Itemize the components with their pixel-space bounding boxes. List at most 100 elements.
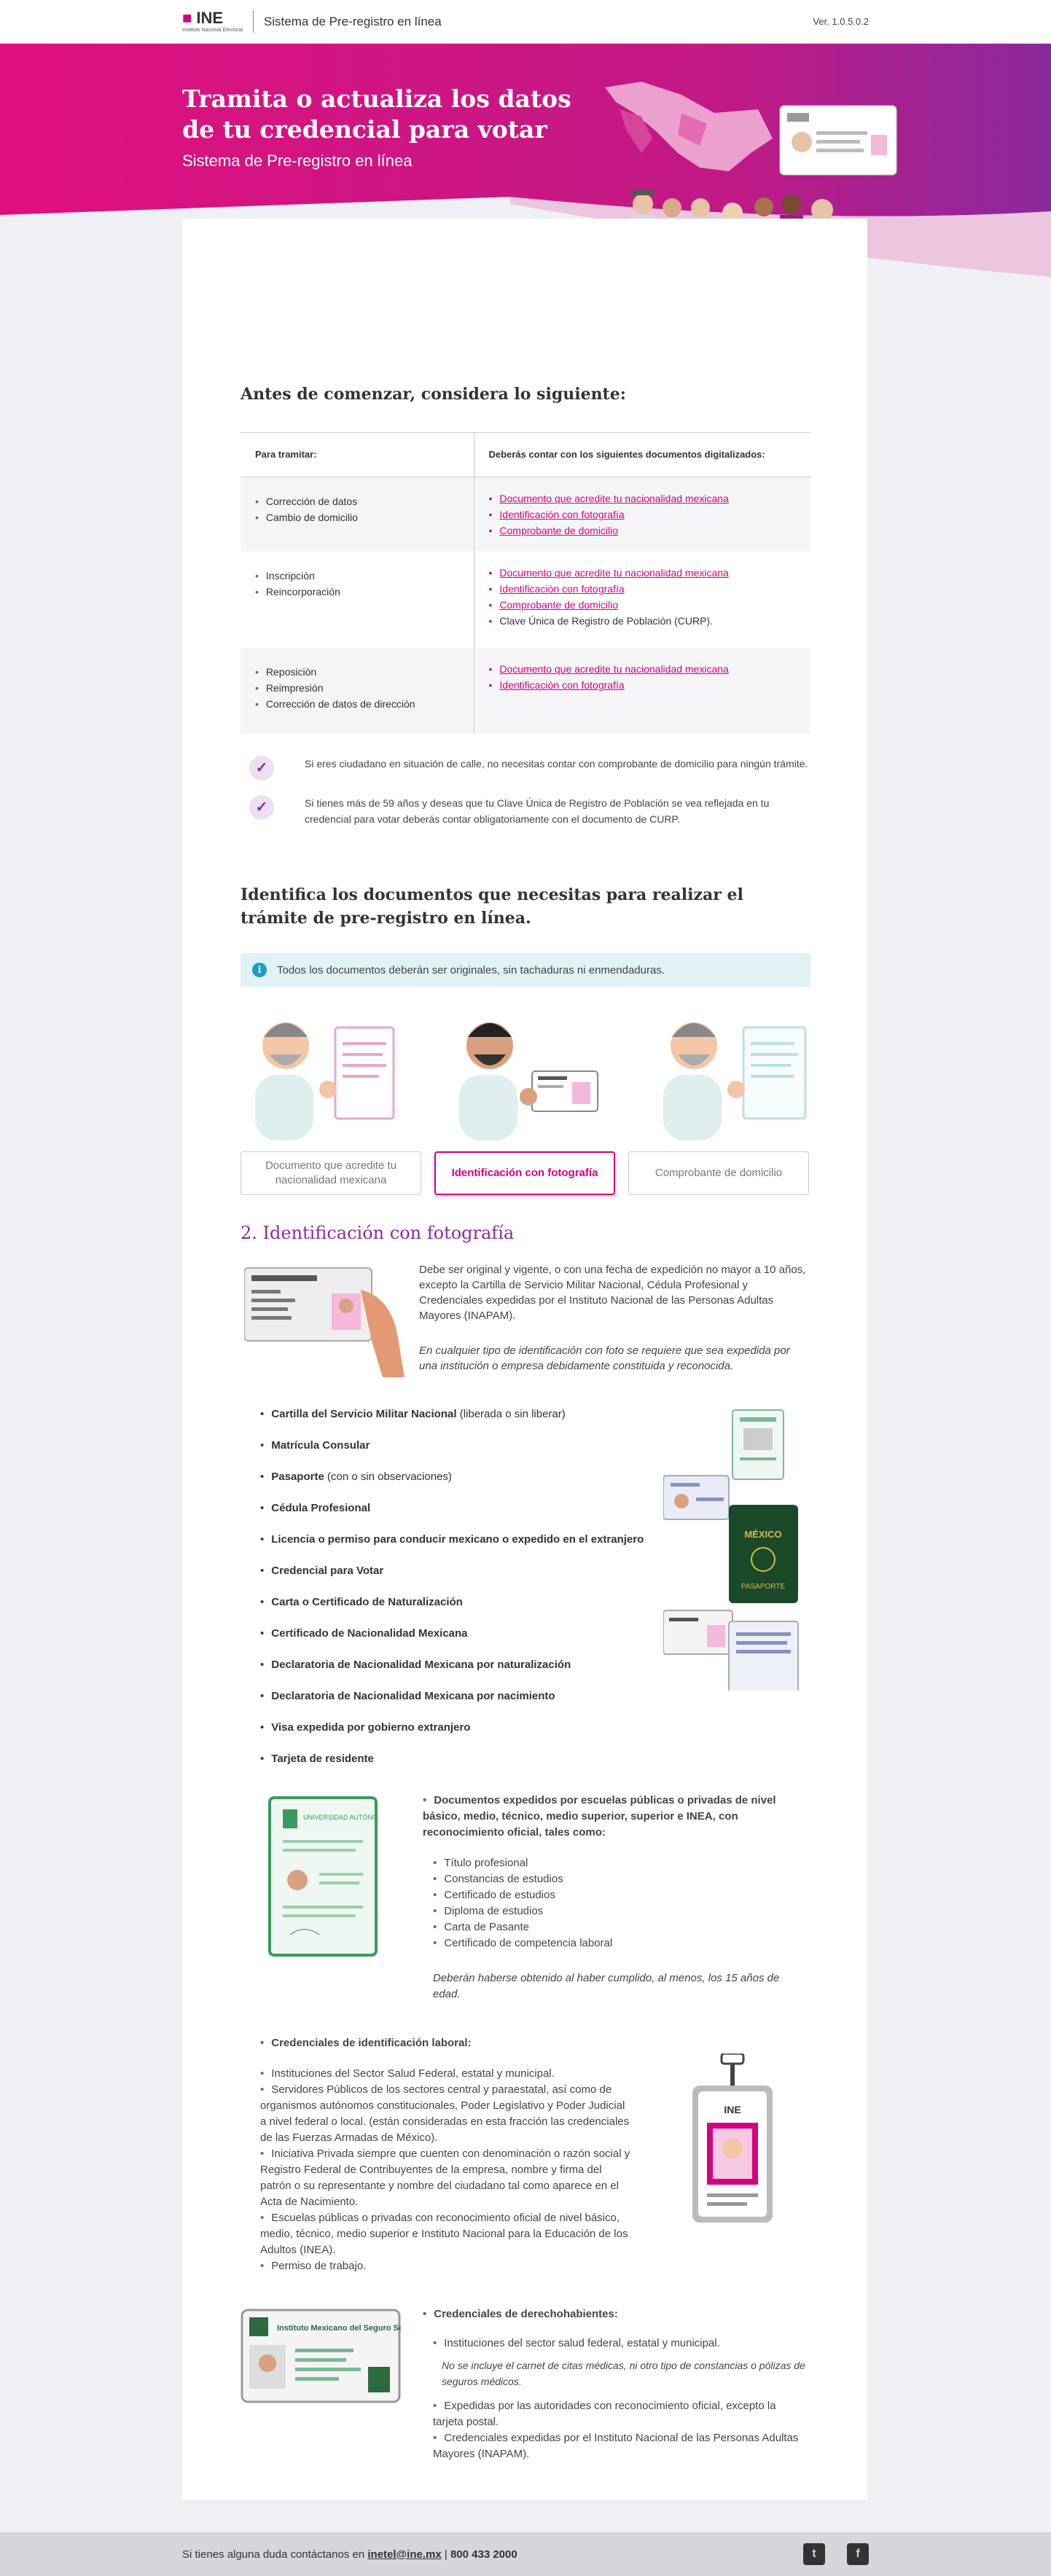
list-item: Visa expedida por gobierno extranjero [260, 1720, 668, 1751]
doc-link-nacionalidad[interactable]: Documento que acredite tu nacionalidad m… [499, 663, 728, 675]
doc-link-nacionalidad[interactable]: Documento que acredite tu nacionalidad m… [499, 493, 728, 504]
health-card-title: Instituto Mexicano del Seguro Social [277, 2324, 401, 2333]
doc-link-identificacion[interactable]: Identificación con fotografía [499, 679, 624, 691]
list-item: Título profesional [433, 1855, 809, 1871]
health-items-list-1: Instituciones del sector salud federal, … [433, 2336, 809, 2352]
school-items-list: Título profesional Constancias de estudi… [433, 1855, 809, 1951]
main-card: Antes de comenzar, considera lo siguient… [182, 219, 867, 2499]
person-nacionalidad-illustration [255, 1022, 395, 1140]
tramite-item: Inscripción [255, 568, 459, 584]
health-items-list-2: Expedidas por las autoridades con recono… [433, 2398, 809, 2462]
school-certificate-illustration: UNIVERSIDAD AUTÓNOMA [268, 1796, 378, 1957]
logo-text: INE [196, 9, 224, 27]
table-header-documentos: Deberás contar con los siguientes docume… [474, 432, 810, 477]
list-item: Licencia o permiso para conducir mexican… [260, 1532, 668, 1563]
doc-link-comprobante[interactable]: Comprobante de domicilio [499, 525, 618, 536]
footer-contact-text: Si tienes alguna duda contáctanos en [182, 2548, 365, 2561]
version-label: Ver. 1.0.5.0.2 [813, 16, 869, 27]
footer: Si tienes alguna duda contáctanos en ine… [0, 2532, 1051, 2576]
health-heading: Credenciales de derechohabientes: [423, 2306, 809, 2322]
list-item: Expedidas por las autoridades con recono… [433, 2398, 809, 2430]
tramite-item: Corrección de datos [255, 493, 459, 509]
tramite-item: Reimpresión [255, 680, 459, 696]
list-item: Instituciones del sector salud federal, … [433, 2336, 809, 2352]
list-item: Diploma de estudios [433, 1903, 809, 1919]
tab-comprobante[interactable]: Comprobante de domicilio [628, 1151, 809, 1195]
footer-phone: 800 433 2000 [450, 2548, 517, 2561]
requirements-section: Antes de comenzar, considera lo siguient… [241, 383, 810, 827]
doc-link-identificacion[interactable]: Identificación con fotografía [499, 583, 624, 595]
labor-credentials-block: Credenciales de identificación laboral: … [260, 2035, 632, 2274]
info-banner: i Todos los documentos deberán ser origi… [241, 953, 810, 987]
table-row: Inscripción Reincorporación Documento qu… [241, 552, 810, 648]
employee-badge-illustration: INE [692, 2054, 773, 2223]
list-item: Carta de Pasante [433, 1919, 809, 1935]
list-item: Cédula Profesional [260, 1500, 668, 1532]
list-item: Iniciativa Privada siempre que cuenten c… [260, 2146, 632, 2210]
list-item: Declaratoria de Nacionalidad Mexicana po… [260, 1688, 668, 1720]
check-icon: ✓ [249, 756, 274, 780]
doc-link-nacionalidad[interactable]: Documento que acredite tu nacionalidad m… [499, 567, 728, 579]
requirements-heading: Antes de comenzar, considera lo siguient… [241, 385, 626, 404]
doc-link-identificacion[interactable]: Identificación con fotografía [499, 509, 624, 520]
person-identificacion-illustration [459, 1022, 598, 1140]
list-item: Credenciales expedidas por el Instituto … [433, 2430, 809, 2462]
school-note: Deberán haberse obtenido al haber cumpli… [433, 1972, 780, 2000]
list-item: Escuelas públicas o privadas con reconoc… [260, 2210, 632, 2258]
tab-identificacion[interactable]: Identificación con fotografía [434, 1151, 615, 1195]
list-item: Credencial para Votar [260, 1563, 668, 1594]
hero-title: Tramita o actualiza los datos de tu cred… [182, 85, 571, 144]
doc-link-comprobante[interactable]: Comprobante de domicilio [499, 599, 618, 611]
intro-text: Debe ser original y vigente, o con una f… [419, 1264, 806, 1322]
table-row: Reposición Reimpresión Corrección de dat… [241, 648, 810, 734]
list-item: Certificado de estudios [433, 1887, 809, 1903]
note-text: Si eres ciudadano en situación de calle,… [305, 758, 808, 770]
table-row: Corrección de datos Cambio de domicilio … [241, 477, 810, 552]
table-header-tramitar: Para tramitar: [241, 432, 474, 477]
passport-label-bottom: PASAPORTE [741, 1583, 786, 1591]
badge-logo: INE [724, 2104, 741, 2115]
tramite-item: Corrección de datos de dirección [255, 696, 459, 712]
note-text: Si tienes más de 59 años y deseas que tu… [305, 797, 770, 825]
list-item: Certificado de Nacionalidad Mexicana [260, 1626, 668, 1657]
passport-label-top: MÉXICO [744, 1529, 781, 1540]
list-item: Carta o Certificado de Naturalización [260, 1594, 668, 1626]
school-card-title: UNIVERSIDAD AUTÓNOMA [303, 1814, 378, 1821]
ine-logo[interactable]: ■ INE Instituto Nacional Electoral [182, 10, 254, 33]
twitter-icon[interactable]: t [803, 2543, 825, 2565]
check-icon: ✓ [249, 795, 274, 820]
doc-curp-text: Clave Única de Registro de Población (CU… [499, 615, 713, 627]
list-item: Tarjeta de residente [260, 1751, 668, 1782]
list-item: Servidores Públicos de los sectores cent… [260, 2082, 632, 2146]
info-text: Todos los documentos deberán ser origina… [277, 963, 665, 976]
footer-email-link[interactable]: inetel@ine.mx [367, 2548, 441, 2561]
id-card-hand-illustration [244, 1267, 405, 1377]
hero-subtitle: Sistema de Pre-registro en línea [182, 152, 413, 170]
tramite-item: Cambio de domicilio [255, 509, 459, 525]
health-credentials-block: Credenciales de derechohabientes: Instit… [423, 2306, 809, 2462]
intro-note: En cualquier tipo de identificación con … [419, 1344, 790, 1372]
credential-card-illustration [779, 105, 897, 176]
note-situacion-calle: ✓ Si eres ciudadano en situación de call… [249, 756, 810, 780]
person-comprobante-illustration [663, 1022, 807, 1140]
school-docs-block: Documentos expedidos por escuelas públic… [423, 1793, 809, 2003]
list-item: Instituciones del Sector Salud Federal, … [260, 2066, 632, 2082]
facebook-icon[interactable]: f [847, 2543, 869, 2565]
logo-mark-icon: ■ [182, 9, 192, 27]
list-item: Matrícula Consular [260, 1438, 668, 1469]
note-curp: ✓ Si tienes más de 59 años y deseas que … [249, 795, 810, 827]
labor-heading: Credenciales de identificación laboral: [260, 2035, 632, 2051]
top-bar: ■ INE Instituto Nacional Electoral Siste… [0, 0, 1051, 44]
health-note: No se incluye el carnet de citas médicas… [442, 2360, 805, 2387]
health-credential-illustration: Instituto Mexicano del Seguro Social [241, 2309, 401, 2403]
identify-heading: Identifica los documentos que necesitas … [241, 885, 743, 928]
labor-items-list: Instituciones del Sector Salud Federal, … [260, 2066, 632, 2274]
documents-illustration [255, 1022, 807, 1140]
list-item: Certificado de competencia laboral [433, 1935, 809, 1951]
tab-nacionalidad[interactable]: Documento que acredite tu nacionalidad m… [241, 1151, 421, 1195]
list-item: Constancias de estudios [433, 1871, 809, 1887]
list-item: Cartilla del Servicio Militar Nacional (… [260, 1406, 668, 1438]
tramite-item: Reposición [255, 664, 459, 680]
list-item: Permiso de trabajo. [260, 2258, 632, 2274]
identify-section: Identifica los documentos que necesitas … [241, 883, 810, 987]
